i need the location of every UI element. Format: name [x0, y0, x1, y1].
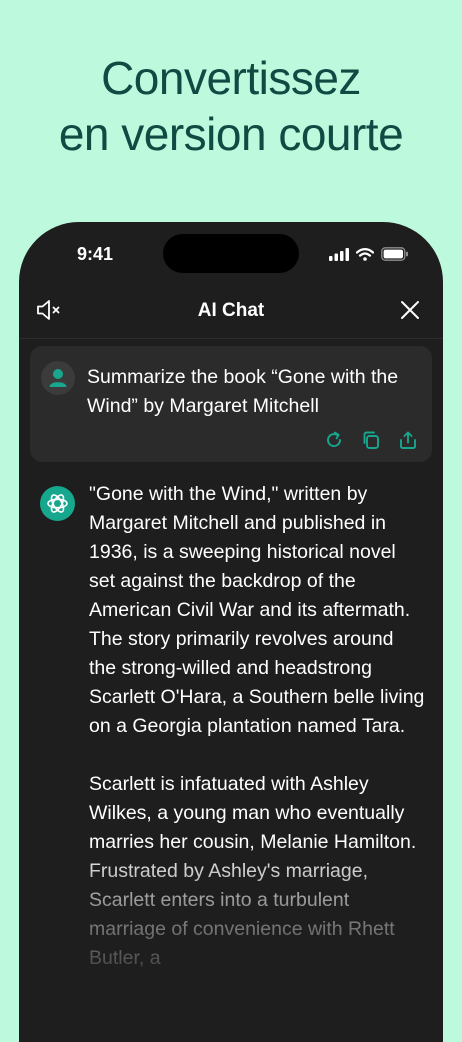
status-icons: [329, 246, 409, 262]
close-button[interactable]: [399, 299, 421, 321]
bot-avatar: [40, 486, 75, 521]
bot-paragraph-2: Scarlett is infatuated with Ashley Wilke…: [89, 773, 417, 969]
share-button[interactable]: [398, 430, 418, 450]
headline-line-1: Convertissez: [101, 52, 361, 104]
message-actions: [324, 430, 418, 450]
copy-button[interactable]: [361, 430, 381, 450]
user-message-text: Summarize the book “Gone with the Wind” …: [87, 366, 399, 417]
wifi-icon: [356, 247, 374, 261]
user-icon: [49, 369, 67, 387]
close-icon: [401, 301, 419, 319]
refresh-icon: [327, 431, 341, 447]
bot-paragraph-1: "Gone with the Wind," written by Margare…: [89, 483, 425, 737]
copy-icon: [363, 431, 379, 449]
page-title: AI Chat: [197, 300, 265, 321]
regenerate-button[interactable]: [324, 430, 344, 450]
user-avatar: [41, 361, 75, 395]
user-message-card: Summarize the book “Gone with the Wind” …: [30, 346, 432, 462]
status-bar: 9:41: [19, 222, 443, 282]
nav-bar: AI Chat: [19, 290, 443, 334]
headline: Convertissez en version courte: [0, 50, 462, 162]
share-icon: [400, 431, 416, 449]
status-time: 9:41: [77, 244, 114, 264]
signal-icon: [329, 247, 349, 261]
dynamic-island: [163, 234, 299, 273]
headline-line-2: en version courte: [58, 108, 404, 160]
openai-logo-icon: [47, 494, 68, 513]
bot-message-text: "Gone with the Wind," written by Margare…: [89, 480, 425, 1002]
battery-icon: [381, 247, 408, 261]
phone-screen: 9:41 AI Chat Summarize the book “Gone wi…: [19, 222, 443, 1042]
nav-divider: [19, 338, 443, 339]
